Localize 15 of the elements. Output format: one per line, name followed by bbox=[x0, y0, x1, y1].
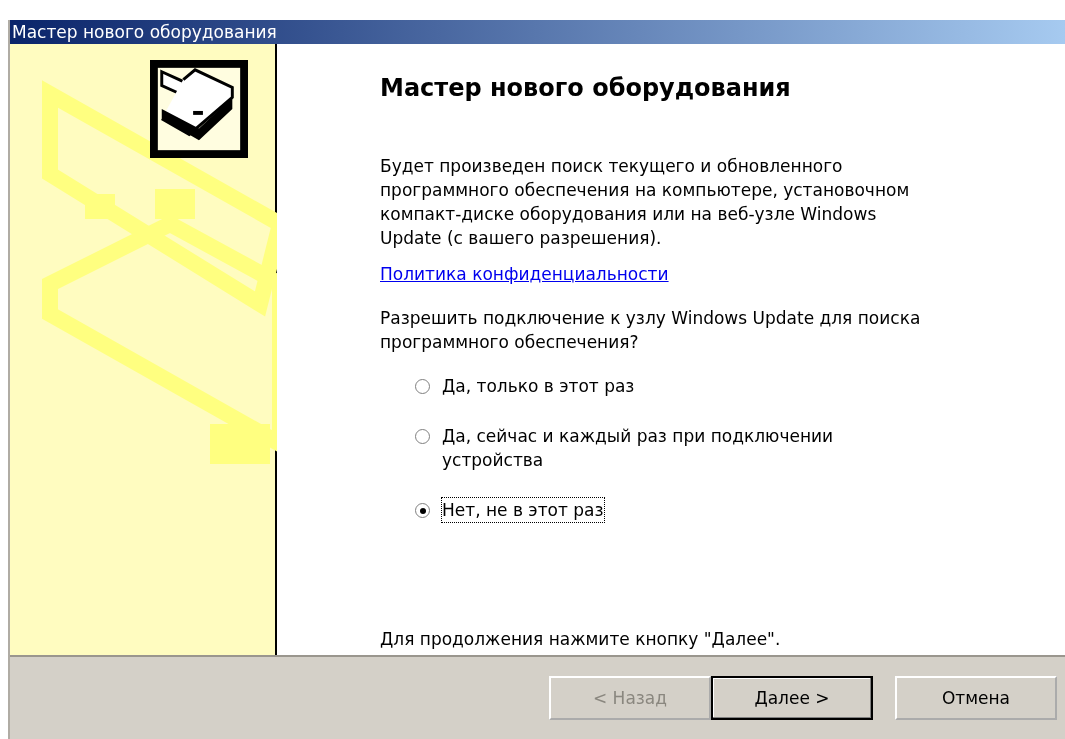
option-label[interactable]: Да, только в этот раз bbox=[442, 374, 862, 398]
wizard-button[interactable]: Отмена bbox=[895, 676, 1057, 720]
radio-button[interactable] bbox=[415, 429, 430, 444]
hardware-drawer-icon bbox=[150, 60, 248, 158]
continue-hint: Для продолжения нажмите кнопку "Далее". bbox=[380, 629, 782, 649]
wizard-button[interactable]: Далее > bbox=[711, 676, 873, 720]
intro-text: Будет произведен поиск текущего и обновленного программного обеспечения на компьютере, установочном компакт-диске оборудования или на веб-узле Windows Update (с вашего разрешения). bbox=[380, 155, 911, 250]
option-label[interactable]: Нет, не в этот раз bbox=[442, 498, 604, 522]
option-label[interactable]: Да, сейчас и каждый раз при подключении устройства bbox=[442, 424, 862, 472]
radio-button[interactable] bbox=[415, 503, 430, 518]
wizard-heading: Мастер нового оборудования bbox=[380, 74, 792, 102]
window-title: Мастер нового оборудования bbox=[12, 22, 277, 42]
question-text: Разрешить подключение к узлу Windows Update для поиска программного обеспечения? bbox=[380, 307, 922, 354]
privacy-link[interactable]: Политика конфиденциальности bbox=[380, 264, 669, 284]
radio-button[interactable] bbox=[415, 379, 430, 394]
